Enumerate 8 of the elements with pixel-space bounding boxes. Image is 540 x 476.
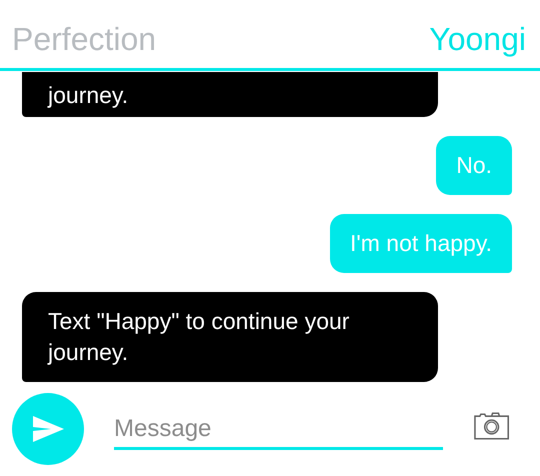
received-message-bubble: journey. xyxy=(22,72,438,117)
sent-message-bubble: I'm not happy. xyxy=(330,214,512,273)
camera-icon[interactable] xyxy=(472,411,510,441)
received-message-bubble: Text "Happy" to continue your journey. xyxy=(22,292,438,382)
contact-name: Yoongi xyxy=(429,20,526,58)
sent-message-bubble: No. xyxy=(436,136,512,195)
app-title: Perfection xyxy=(12,20,156,58)
send-icon xyxy=(31,415,65,443)
